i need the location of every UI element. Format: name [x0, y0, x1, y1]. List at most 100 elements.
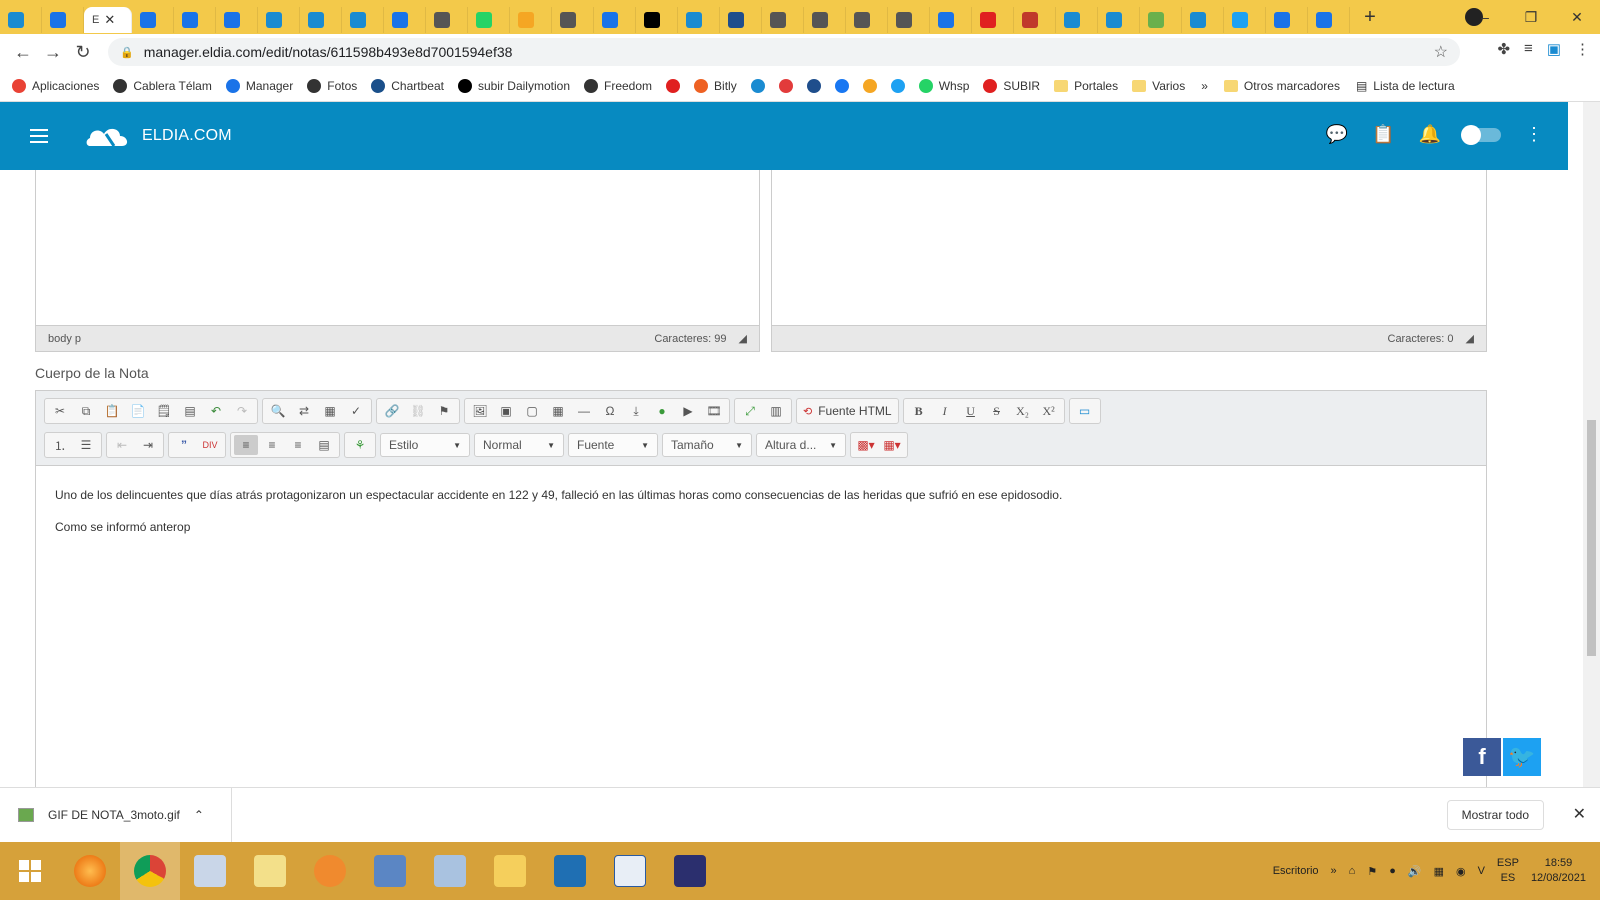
cut-icon[interactable]: ✂: [48, 401, 72, 421]
editor-right[interactable]: Caracteres: 0 ◢: [771, 170, 1487, 352]
bookmark-item[interactable]: Chartbeat: [371, 78, 444, 93]
tab[interactable]: [1266, 7, 1308, 33]
extensions-icon[interactable]: ✤: [1497, 40, 1510, 58]
tray-chevron-icon[interactable]: »: [1331, 865, 1337, 877]
paragraph[interactable]: Como se informó anterop: [55, 520, 1467, 534]
tab[interactable]: [1182, 7, 1224, 33]
tab-close-icon[interactable]: ✕: [104, 12, 115, 28]
bookmark-item[interactable]: [666, 78, 681, 93]
paste-word-icon[interactable]: 🗒: [152, 401, 176, 421]
new-tab-button[interactable]: +: [1356, 3, 1384, 31]
tab[interactable]: [132, 7, 174, 33]
redo-icon[interactable]: ↷: [230, 401, 254, 421]
bookmark-item[interactable]: Portales: [1054, 79, 1118, 93]
bookmark-item[interactable]: Fotos: [307, 78, 357, 93]
network-tray-icon[interactable]: ⌂: [1349, 865, 1356, 877]
bookmark-item[interactable]: [834, 78, 849, 93]
bookmark-item[interactable]: Cablera Télam: [113, 78, 212, 93]
unlink-icon[interactable]: ⛓: [406, 401, 430, 421]
reading-list-button[interactable]: ▤ Lista de lectura: [1356, 79, 1455, 93]
facebook-icon[interactable]: f: [1463, 738, 1501, 776]
tab[interactable]: [804, 7, 846, 33]
tab[interactable]: [1098, 7, 1140, 33]
twitter-icon[interactable]: 🐦: [1503, 738, 1541, 776]
chevron-up-icon[interactable]: ⌃: [194, 808, 204, 822]
bookmark-item[interactable]: [778, 78, 793, 93]
antivirus-icon[interactable]: ●: [1389, 865, 1396, 877]
element-path[interactable]: body p: [48, 333, 81, 345]
taskbar-notepad[interactable]: [600, 842, 660, 900]
find-icon[interactable]: 🔍: [266, 401, 290, 421]
restore-icon[interactable]: ❐: [1508, 9, 1554, 26]
tab-active[interactable]: E ✕: [84, 7, 132, 33]
tab[interactable]: [342, 7, 384, 33]
app-logo[interactable]: ELDIA.COM: [84, 122, 232, 150]
editor-content[interactable]: Uno de los delincuentes que días atrás p…: [36, 466, 1486, 574]
align-right-icon[interactable]: ≡: [286, 435, 310, 455]
style-select[interactable]: Estilo ▼: [380, 433, 470, 457]
bookmark-item[interactable]: Freedom: [584, 78, 652, 93]
div-icon[interactable]: DIV: [198, 435, 222, 455]
paste-text-icon[interactable]: 📄: [126, 401, 150, 421]
back-icon[interactable]: ←: [8, 42, 38, 63]
bookmark-item[interactable]: Whsp: [918, 78, 969, 93]
language-icon[interactable]: ⚘: [348, 435, 372, 455]
outdent-icon[interactable]: ⇤: [110, 435, 134, 455]
taskbar-explorer[interactable]: [480, 842, 540, 900]
font-select[interactable]: Fuente ▼: [568, 433, 658, 457]
vpn-icon[interactable]: V: [1478, 865, 1485, 877]
bookmark-folder-other[interactable]: Otros marcadores: [1223, 79, 1340, 93]
desktop-label[interactable]: Escritorio: [1273, 865, 1319, 877]
tab[interactable]: [384, 7, 426, 33]
paragraph[interactable]: Uno de los delincuentes que días atrás p…: [55, 488, 1467, 502]
hamburger-menu-icon[interactable]: [30, 129, 48, 143]
extension-app-icon[interactable]: ▣: [1547, 40, 1561, 58]
subscript-icon[interactable]: X₂: [1011, 401, 1035, 421]
bookmark-star-icon[interactable]: ☆: [1434, 42, 1448, 62]
size-select[interactable]: Tamaño ▼: [662, 433, 752, 457]
tab[interactable]: [300, 7, 342, 33]
resize-handle-icon[interactable]: ◢: [1466, 332, 1474, 345]
horizontal-rule-icon[interactable]: ―: [572, 401, 596, 421]
flag-icon[interactable]: ⚑: [1367, 865, 1377, 878]
bookmarks-overflow-button[interactable]: »: [1201, 79, 1208, 93]
tab[interactable]: [636, 7, 678, 33]
wifi-icon[interactable]: ▦: [1434, 865, 1444, 878]
superscript-icon[interactable]: X²: [1037, 401, 1061, 421]
bold-icon[interactable]: B: [907, 401, 931, 421]
tab[interactable]: [1056, 7, 1098, 33]
editor-left[interactable]: body p Caracteres: 99 ◢: [35, 170, 760, 352]
taskbar-firefox[interactable]: [60, 842, 120, 900]
image-icon[interactable]: 🖼: [468, 401, 492, 421]
format-select[interactable]: Normal ▼: [474, 433, 564, 457]
print-icon[interactable]: ▤: [178, 401, 202, 421]
spellcheck-icon[interactable]: ✓: [344, 401, 368, 421]
taskbar-chrome[interactable]: [120, 842, 180, 900]
align-justify-icon[interactable]: ▤: [312, 435, 336, 455]
copy-icon[interactable]: ⧉: [74, 401, 98, 421]
youtube-icon[interactable]: ▶: [676, 401, 700, 421]
app-tray-icon[interactable]: ◉: [1456, 865, 1466, 878]
download-item[interactable]: GIF DE NOTA_3moto.gif ⌃: [0, 788, 232, 842]
select-all-icon[interactable]: ▦: [318, 401, 342, 421]
more-vert-icon[interactable]: ⋮: [1525, 124, 1543, 145]
bookmark-item[interactable]: [862, 78, 877, 93]
special-char-icon[interactable]: Ω: [598, 401, 622, 421]
close-icon[interactable]: ✕: [1573, 804, 1586, 824]
tab[interactable]: [468, 7, 510, 33]
taskbar-paint[interactable]: [180, 842, 240, 900]
gallery-icon[interactable]: ▣: [494, 401, 518, 421]
source-button[interactable]: ⟲ Fuente HTML: [796, 398, 899, 424]
bookmark-item[interactable]: Varios: [1132, 79, 1185, 93]
bookmark-item[interactable]: Aplicaciones: [12, 78, 99, 93]
taskbar-app[interactable]: [540, 842, 600, 900]
tab[interactable]: [174, 7, 216, 33]
undo-icon[interactable]: ↶: [204, 401, 228, 421]
text-color-icon[interactable]: ▩▾: [854, 435, 878, 455]
taskbar-media[interactable]: [300, 842, 360, 900]
tab[interactable]: [720, 7, 762, 33]
align-left-icon[interactable]: ≡: [234, 435, 258, 455]
link-icon[interactable]: 🔗: [380, 401, 404, 421]
taskbar-calculator[interactable]: [420, 842, 480, 900]
address-bar[interactable]: 🔒 manager.eldia.com/edit/notas/611598b49…: [108, 38, 1460, 66]
